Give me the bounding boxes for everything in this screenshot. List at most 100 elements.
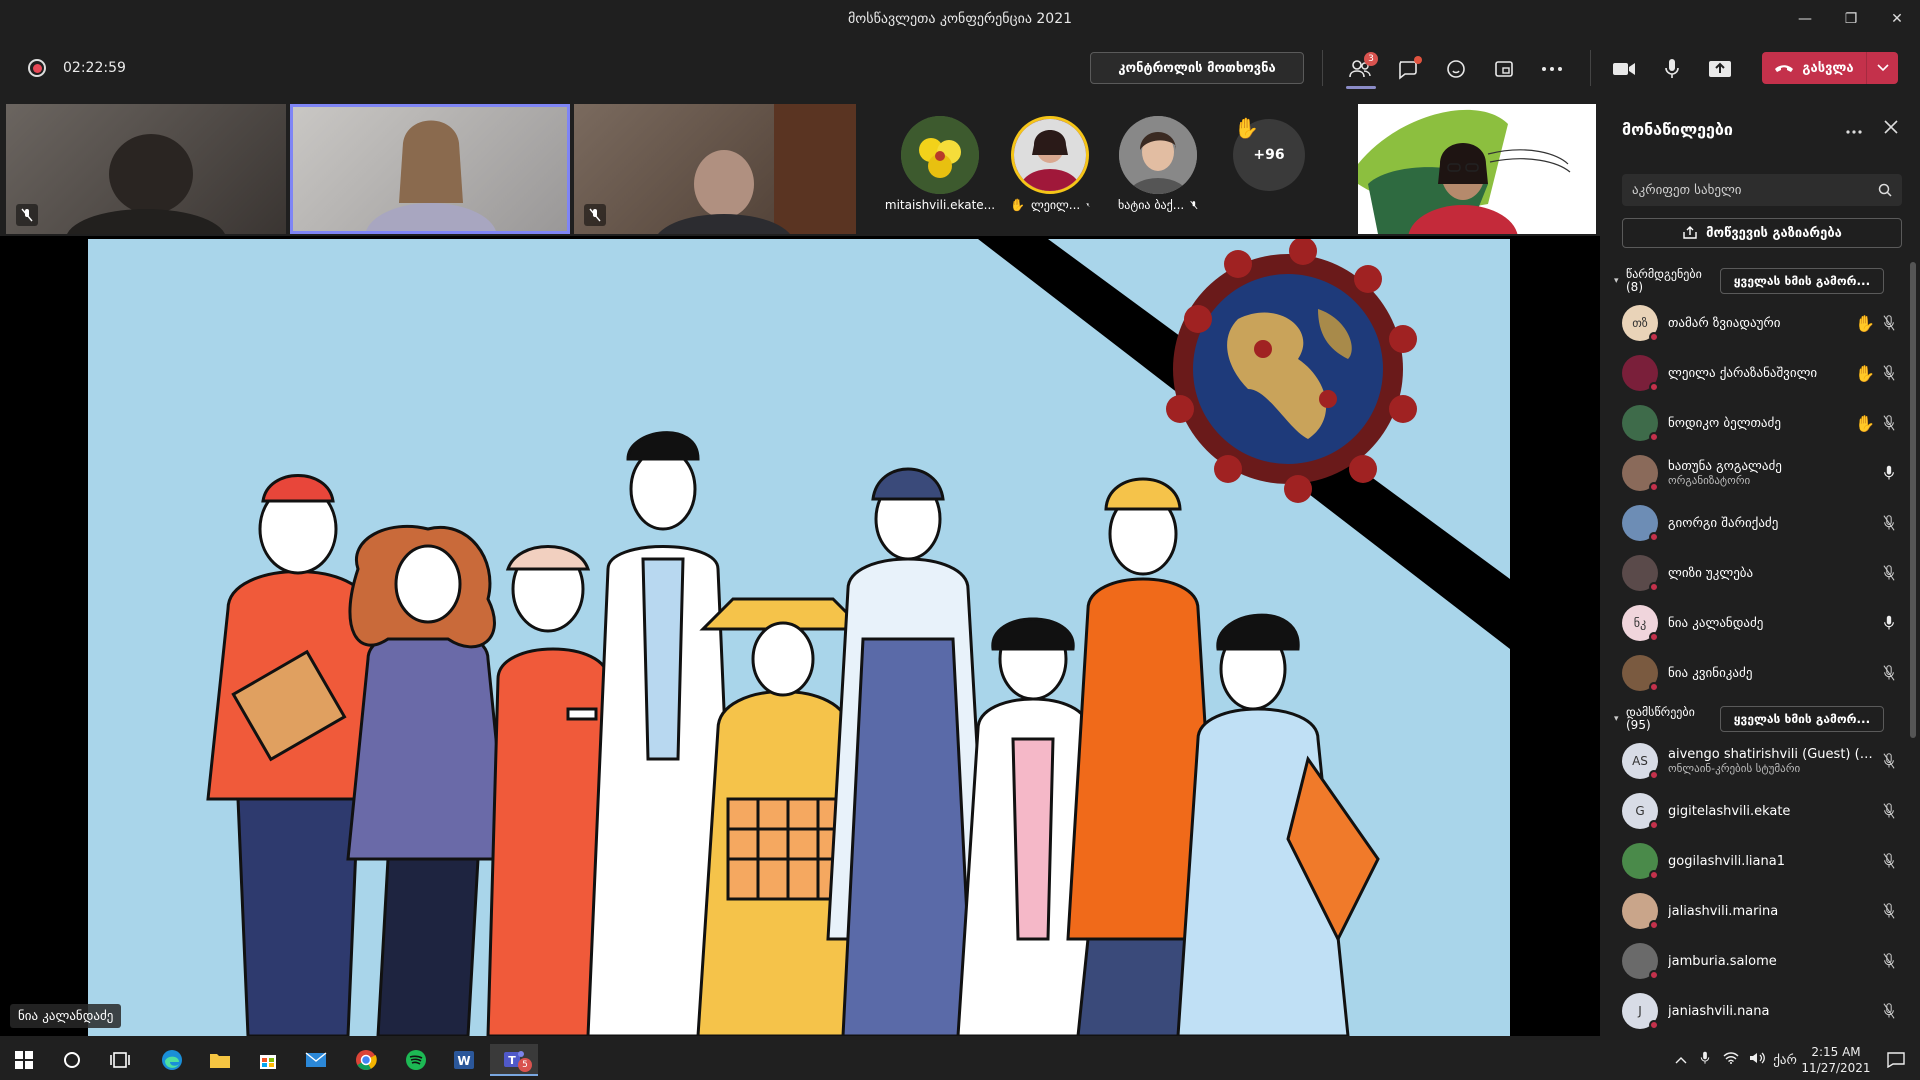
task-view-button[interactable] (96, 1044, 144, 1076)
breakout-rooms-button[interactable] (1490, 56, 1518, 82)
flower-avatar-image (901, 116, 979, 194)
spotify-taskbar-button[interactable] (392, 1044, 440, 1076)
participant-row[interactable]: ლეილა ქარაზანაშვილი ✋ (1622, 350, 1902, 396)
participant-row[interactable]: გიორგი შარიქაძე (1622, 500, 1902, 546)
microphone-button[interactable] (1658, 56, 1686, 82)
participant-row[interactable]: ნია კვინიკაძე (1622, 650, 1902, 696)
video-tile-organizer[interactable] (1358, 104, 1596, 234)
participant-row[interactable]: gogilashvili.liana1 (1622, 838, 1902, 884)
collapse-caret-icon[interactable]: ▾ (1614, 714, 1626, 724)
chrome-taskbar-button[interactable] (342, 1044, 390, 1076)
status-dot (1649, 820, 1659, 830)
participants-button[interactable]: 3 (1346, 52, 1378, 82)
request-control-button[interactable]: კონტროლის მოთხოვნა (1090, 52, 1304, 84)
store-taskbar-button[interactable] (244, 1044, 292, 1076)
restore-button[interactable]: ❐ (1828, 0, 1874, 38)
close-window-button[interactable]: ✕ (1874, 0, 1920, 38)
store-icon (260, 1055, 276, 1069)
participant-avatar-image (1014, 119, 1086, 191)
participant-mic-button[interactable] (1876, 1003, 1902, 1019)
avatar (1011, 116, 1089, 194)
status-dot (1649, 920, 1659, 930)
participant-mic-button[interactable] (1876, 415, 1902, 431)
leave-button[interactable]: გასვლა (1762, 52, 1898, 84)
tray-volume-button[interactable] (1744, 1051, 1770, 1069)
participant-mic-button[interactable] (1876, 365, 1902, 381)
reactions-button[interactable] (1442, 56, 1470, 82)
mic-off-icon (1883, 665, 1895, 681)
participant-row[interactable]: თზ თამარ ზვიადაური ✋ (1622, 300, 1902, 346)
tray-network-button[interactable] (1718, 1052, 1744, 1068)
hand-raised-icon: ✋ (1855, 363, 1875, 383)
video-tile-active-speaker[interactable] (290, 104, 570, 234)
participant-avatar-image (1119, 116, 1197, 194)
participant-mic-button[interactable] (1876, 565, 1902, 581)
camera-button[interactable] (1610, 56, 1638, 82)
avatar (1622, 843, 1659, 880)
avatar: J (1622, 993, 1659, 1030)
avatar (1622, 893, 1659, 930)
taskbar-clock[interactable]: 2:15 AM 11/27/2021 (1796, 1044, 1876, 1076)
avatar-tile[interactable]: ✋ ლეილ... (1010, 116, 1090, 212)
avatar-tile[interactable]: mitaishvili.ekate... (885, 116, 995, 212)
participant-mic-button[interactable] (1876, 803, 1902, 819)
presenters-section-label: წარმდგენები (8) (1626, 267, 1702, 294)
mute-all-presenters-button[interactable]: ყველას ხმის გამორ... (1720, 268, 1884, 294)
participant-mic-button[interactable] (1876, 853, 1902, 869)
panel-scrollbar[interactable] (1910, 262, 1916, 738)
avatar-tile[interactable]: ხატია ბაქ... (1118, 116, 1198, 212)
recording-icon (28, 59, 46, 77)
participant-mic-button[interactable] (1876, 615, 1902, 631)
video-tile[interactable] (574, 104, 856, 234)
participant-row[interactable]: ნკ ნია კალანდაძე (1622, 600, 1902, 646)
participant-name: ლეილა ქარაზანაშვილი (1668, 365, 1818, 381)
attendees-section-header: ▾ დამსწრეები (95) ყველას ხმის გამორ... (1614, 706, 1910, 732)
participant-search[interactable] (1622, 174, 1902, 206)
participant-row[interactable]: jaliashvili.marina (1622, 888, 1902, 934)
panel-close-button[interactable] (1884, 118, 1898, 139)
more-actions-button[interactable] (1538, 56, 1566, 82)
participant-mic-button[interactable] (1876, 665, 1902, 681)
participant-mic-button[interactable] (1876, 953, 1902, 969)
chat-button[interactable] (1394, 56, 1422, 82)
avatar-tile-name: mitaishvili.ekate... (884, 198, 996, 212)
search-input[interactable] (1632, 182, 1878, 198)
participant-row[interactable]: ნოდიკო ბელთაძე ✋ (1622, 400, 1902, 446)
microphone-icon (1700, 1051, 1710, 1064)
participant-row[interactable]: Jjaniashvili.nana (1622, 988, 1902, 1034)
leave-options-chevron[interactable] (1866, 52, 1898, 84)
video-tile[interactable] (6, 104, 286, 234)
search-taskbar-button[interactable] (48, 1044, 96, 1076)
participant-row[interactable]: ხათუნა გოგალაძე ორგანიზატორი (1622, 450, 1902, 496)
collapse-caret-icon[interactable]: ▾ (1614, 276, 1626, 286)
participant-mic-button[interactable] (1876, 515, 1902, 531)
status-dot (1649, 632, 1659, 642)
participant-row[interactable]: ლიზი უკლება (1622, 550, 1902, 596)
participant-mic-button[interactable] (1876, 903, 1902, 919)
participant-mic-button[interactable] (1876, 315, 1902, 331)
participant-row[interactable]: AS aivengo shatirishvili (Guest) (U... ონლ… (1622, 738, 1902, 784)
status-dot (1649, 1020, 1659, 1030)
participant-row[interactable]: Ggigitelashvili.ekate (1622, 788, 1902, 834)
start-button[interactable] (0, 1044, 48, 1076)
participant-mic-button[interactable] (1876, 465, 1902, 481)
teams-taskbar-button[interactable]: T 5 (490, 1044, 538, 1076)
participant-mic-button[interactable] (1876, 753, 1902, 769)
panel-more-button[interactable] (1846, 118, 1862, 139)
mute-all-attendees-button[interactable]: ყველას ხმის გამორ... (1720, 706, 1884, 732)
minimize-button[interactable]: — (1782, 0, 1828, 38)
notifications-button[interactable] (1872, 1044, 1920, 1076)
mic-off-icon (1883, 853, 1895, 869)
edge-taskbar-button[interactable] (148, 1044, 196, 1076)
microphone-icon (1884, 615, 1894, 630)
tray-mic-button[interactable] (1692, 1051, 1718, 1069)
share-invite-button[interactable]: მოწვევის გაზიარება (1622, 218, 1902, 248)
word-taskbar-button[interactable]: W (440, 1044, 488, 1076)
file-explorer-button[interactable] (196, 1044, 244, 1076)
mail-taskbar-button[interactable] (292, 1044, 340, 1076)
participant-video (658, 104, 856, 234)
share-screen-button[interactable] (1706, 56, 1734, 82)
show-hidden-icons-chevron[interactable] (1670, 1053, 1692, 1068)
avatar (901, 116, 979, 194)
participant-row[interactable]: jamburia.salome (1622, 938, 1902, 984)
